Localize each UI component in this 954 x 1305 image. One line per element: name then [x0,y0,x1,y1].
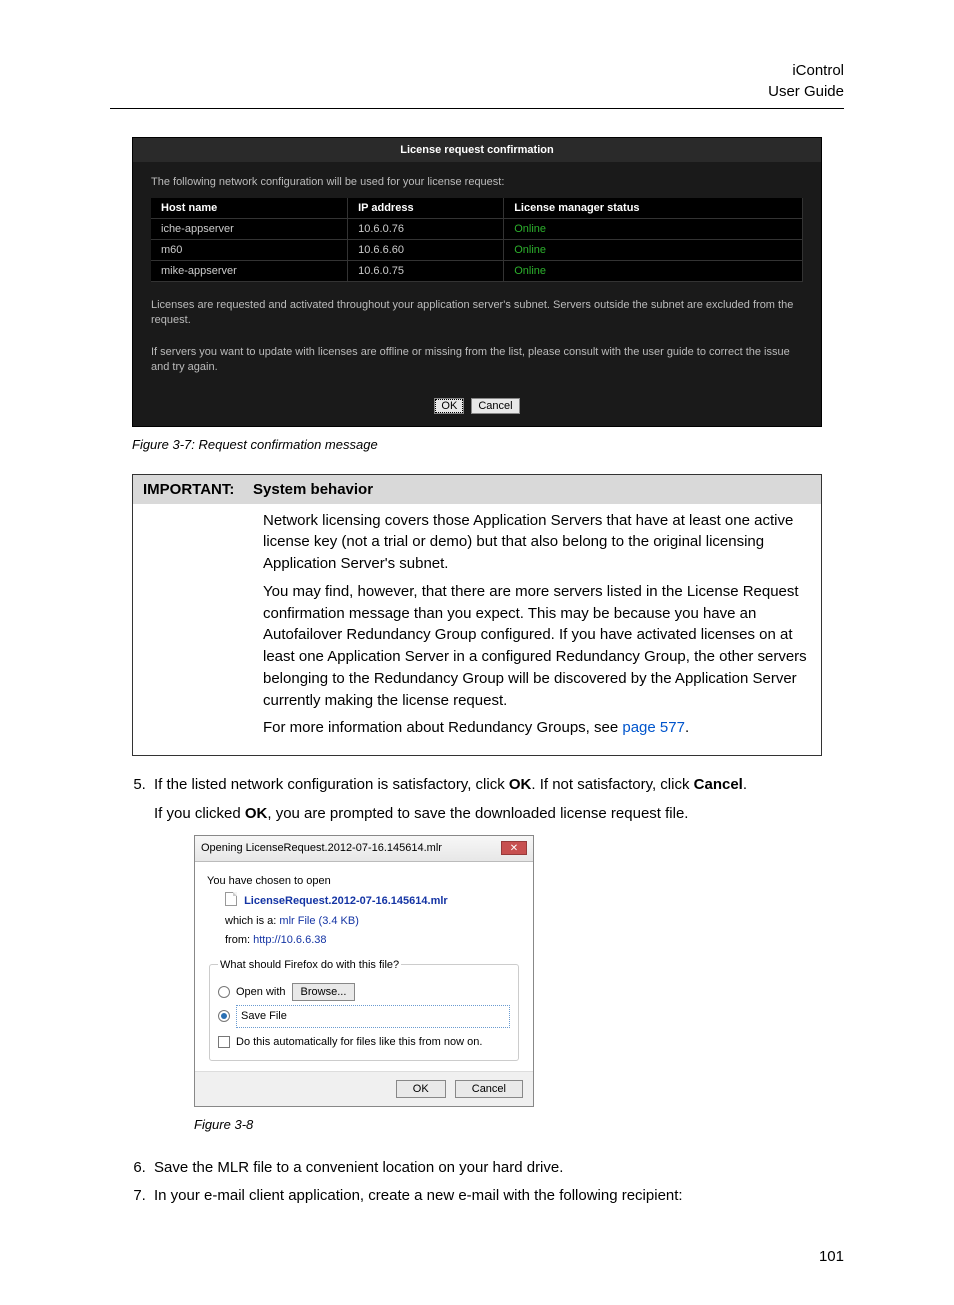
open-with-label: Open with [236,984,286,1001]
save-file-label: Save File [236,1005,510,1028]
important-label: IMPORTANT: [143,481,253,498]
dialog-para-2: If servers you want to update with licen… [151,345,803,376]
ff-action-group: What should Firefox do with this file? O… [209,957,519,1062]
auto-label: Do this automatically for files like thi… [236,1034,482,1051]
step-6: Save the MLR file to a convenient locati… [150,1157,844,1180]
important-title: System behavior [253,481,373,498]
col-status: License manager status [504,198,803,219]
ff-legend: What should Firefox do with this file? [218,957,401,974]
step-5: If the listed network configuration is s… [150,774,844,1135]
ff-dialog-title: Opening LicenseRequest.2012-07-16.145614… [201,840,442,857]
dialog-title: License request confirmation [133,138,821,162]
open-with-radio[interactable] [218,986,230,998]
ff-ok-button[interactable]: OK [396,1080,446,1098]
auto-checkbox[interactable] [218,1036,230,1048]
license-request-dialog: License request confirmation The followi… [132,137,822,427]
server-table: Host name IP address License manager sta… [151,198,803,282]
figure-3-8-caption: Figure 3-8 [194,1115,822,1135]
important-p1: Network licensing covers those Applicati… [263,510,811,575]
file-icon [225,892,237,906]
page-577-link[interactable]: page 577 [622,719,685,736]
procedure-list: If the listed network configuration is s… [150,774,844,1208]
page-header: iControl User Guide [110,60,844,102]
ff-cancel-button[interactable]: Cancel [455,1080,523,1098]
important-box: IMPORTANT: System behavior Network licen… [132,474,822,757]
header-doc: User Guide [110,81,844,102]
col-ip: IP address [348,198,504,219]
step-7: In your e-mail client application, creat… [150,1185,844,1208]
save-file-radio[interactable] [218,1010,230,1022]
table-row: mike-appserver 10.6.0.75 Online [151,261,803,282]
page-number: 101 [110,1248,844,1265]
figure-3-7-caption: Figure 3-7: Request confirmation message [132,437,822,452]
close-icon[interactable]: ✕ [501,841,527,855]
header-rule [110,108,844,109]
header-product: iControl [110,60,844,81]
browse-button[interactable]: Browse... [292,983,356,1001]
ok-button[interactable]: OK [434,398,464,414]
table-row: iche-appserver 10.6.0.76 Online [151,219,803,240]
dialog-para-1: Licenses are requested and activated thr… [151,298,803,329]
col-host: Host name [151,198,348,219]
ff-filename: LicenseRequest.2012-07-16.145614.mlr [244,895,448,907]
cancel-button[interactable]: Cancel [471,398,519,414]
save-file-dialog: Opening LicenseRequest.2012-07-16.145614… [194,835,534,1107]
table-row: m60 10.6.6.60 Online [151,240,803,261]
important-p2: You may find, however, that there are mo… [263,581,811,712]
important-p3: For more information about Redundancy Gr… [263,717,811,739]
dialog-intro: The following network configuration will… [151,176,803,188]
ff-chosen-label: You have chosen to open [207,873,521,890]
